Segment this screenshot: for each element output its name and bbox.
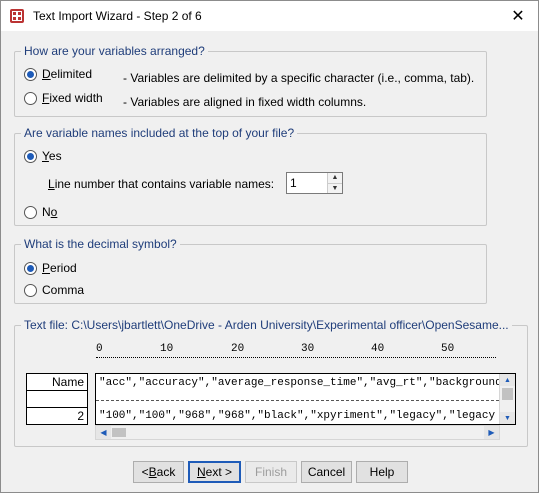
ruler-mark: 50 (441, 343, 455, 355)
scroll-thumb[interactable] (502, 388, 513, 400)
text-import-wizard-window: Text Import Wizard - Step 2 of 6 ✕ How a… (0, 0, 539, 493)
comma-label: Comma (42, 283, 85, 297)
spin-down-icon[interactable]: ▼ (328, 183, 342, 193)
ruler-mark: 10 (160, 343, 174, 355)
spin-up-icon[interactable]: ▲ (328, 173, 342, 184)
variable-names-legend: Are variable names included at the top o… (21, 126, 298, 140)
preview-line: "100","100","968","968","black","xpyrime… (99, 410, 496, 422)
row-header (27, 391, 87, 408)
scroll-left-icon[interactable]: ◀ (96, 426, 111, 439)
window-title: Text Import Wizard - Step 2 of 6 (33, 9, 202, 23)
line-number-spinner[interactable]: ▲ ▼ (286, 172, 343, 194)
scroll-up-icon[interactable]: ▲ (500, 374, 515, 386)
scroll-down-icon[interactable]: ▼ (500, 412, 515, 424)
horizontal-scrollbar[interactable]: ◀ ▶ (95, 425, 500, 440)
separator-line (96, 400, 499, 401)
radio-indicator (24, 283, 37, 297)
vertical-scrollbar[interactable]: ▲ ▼ (499, 374, 515, 424)
line-number-input[interactable] (287, 173, 327, 193)
delimited-description: - Variables are delimited by a specific … (123, 71, 475, 85)
help-button[interactable]: Help (356, 461, 408, 483)
names-yes-label: Yes (42, 149, 62, 163)
decimal-legend: What is the decimal symbol? (21, 237, 180, 251)
text-file-path-legend: Text file: C:\Users\jbartlett\OneDrive -… (21, 318, 512, 332)
radio-indicator (24, 149, 37, 163)
row-header: Name (27, 374, 87, 391)
ruler-mark: 0 (96, 343, 103, 355)
column-ruler: 0 10 20 30 40 50 (96, 341, 516, 369)
names-no-radio[interactable]: No (24, 205, 57, 219)
back-button[interactable]: < Back (133, 461, 184, 483)
names-yes-radio[interactable]: Yes (24, 149, 62, 163)
spinner-arrows[interactable]: ▲ ▼ (327, 173, 342, 193)
fixed-width-label: Fixed width (42, 91, 103, 105)
text-preview-area[interactable]: "acc","accuracy","average_response_time"… (95, 373, 516, 425)
delimited-radio[interactable]: Delimited (24, 67, 92, 81)
ruler-mark: 30 (301, 343, 315, 355)
delimited-label: Delimited (42, 67, 93, 81)
finish-button[interactable]: Finish (245, 461, 297, 483)
radio-indicator (24, 91, 37, 105)
cancel-button[interactable]: Cancel (301, 461, 352, 483)
radio-indicator (24, 205, 37, 219)
period-label: Period (42, 261, 77, 275)
ruler-ticks (96, 357, 496, 365)
close-icon: ✕ (511, 8, 525, 25)
fixed-width-radio[interactable]: Fixed width (24, 91, 103, 105)
period-radio[interactable]: Period (24, 261, 77, 275)
comma-radio[interactable]: Comma (24, 283, 84, 297)
close-button[interactable]: ✕ (498, 1, 538, 31)
row-header-column: Name 2 (26, 373, 88, 425)
ruler-mark: 40 (371, 343, 385, 355)
title-bar: Text Import Wizard - Step 2 of 6 ✕ (1, 1, 538, 31)
next-button[interactable]: Next > (188, 461, 241, 483)
line-number-label: Line number that contains variable names… (48, 177, 275, 191)
preview-line: "acc","accuracy","average_response_time"… (99, 377, 502, 389)
decimal-group: What is the decimal symbol? (14, 237, 487, 304)
radio-indicator (24, 261, 37, 275)
fixed-width-description: - Variables are aligned in fixed width c… (123, 95, 367, 109)
names-no-label: No (42, 205, 58, 219)
scroll-right-icon[interactable]: ▶ (484, 426, 499, 439)
arrangement-legend: How are your variables arranged? (21, 44, 208, 58)
ruler-mark: 20 (231, 343, 245, 355)
spss-app-icon (10, 9, 24, 23)
scroll-thumb[interactable] (112, 428, 126, 437)
row-header: 2 (77, 409, 84, 423)
radio-indicator (24, 67, 37, 81)
wizard-buttons: < Back Next > Finish Cancel Help (133, 461, 408, 483)
